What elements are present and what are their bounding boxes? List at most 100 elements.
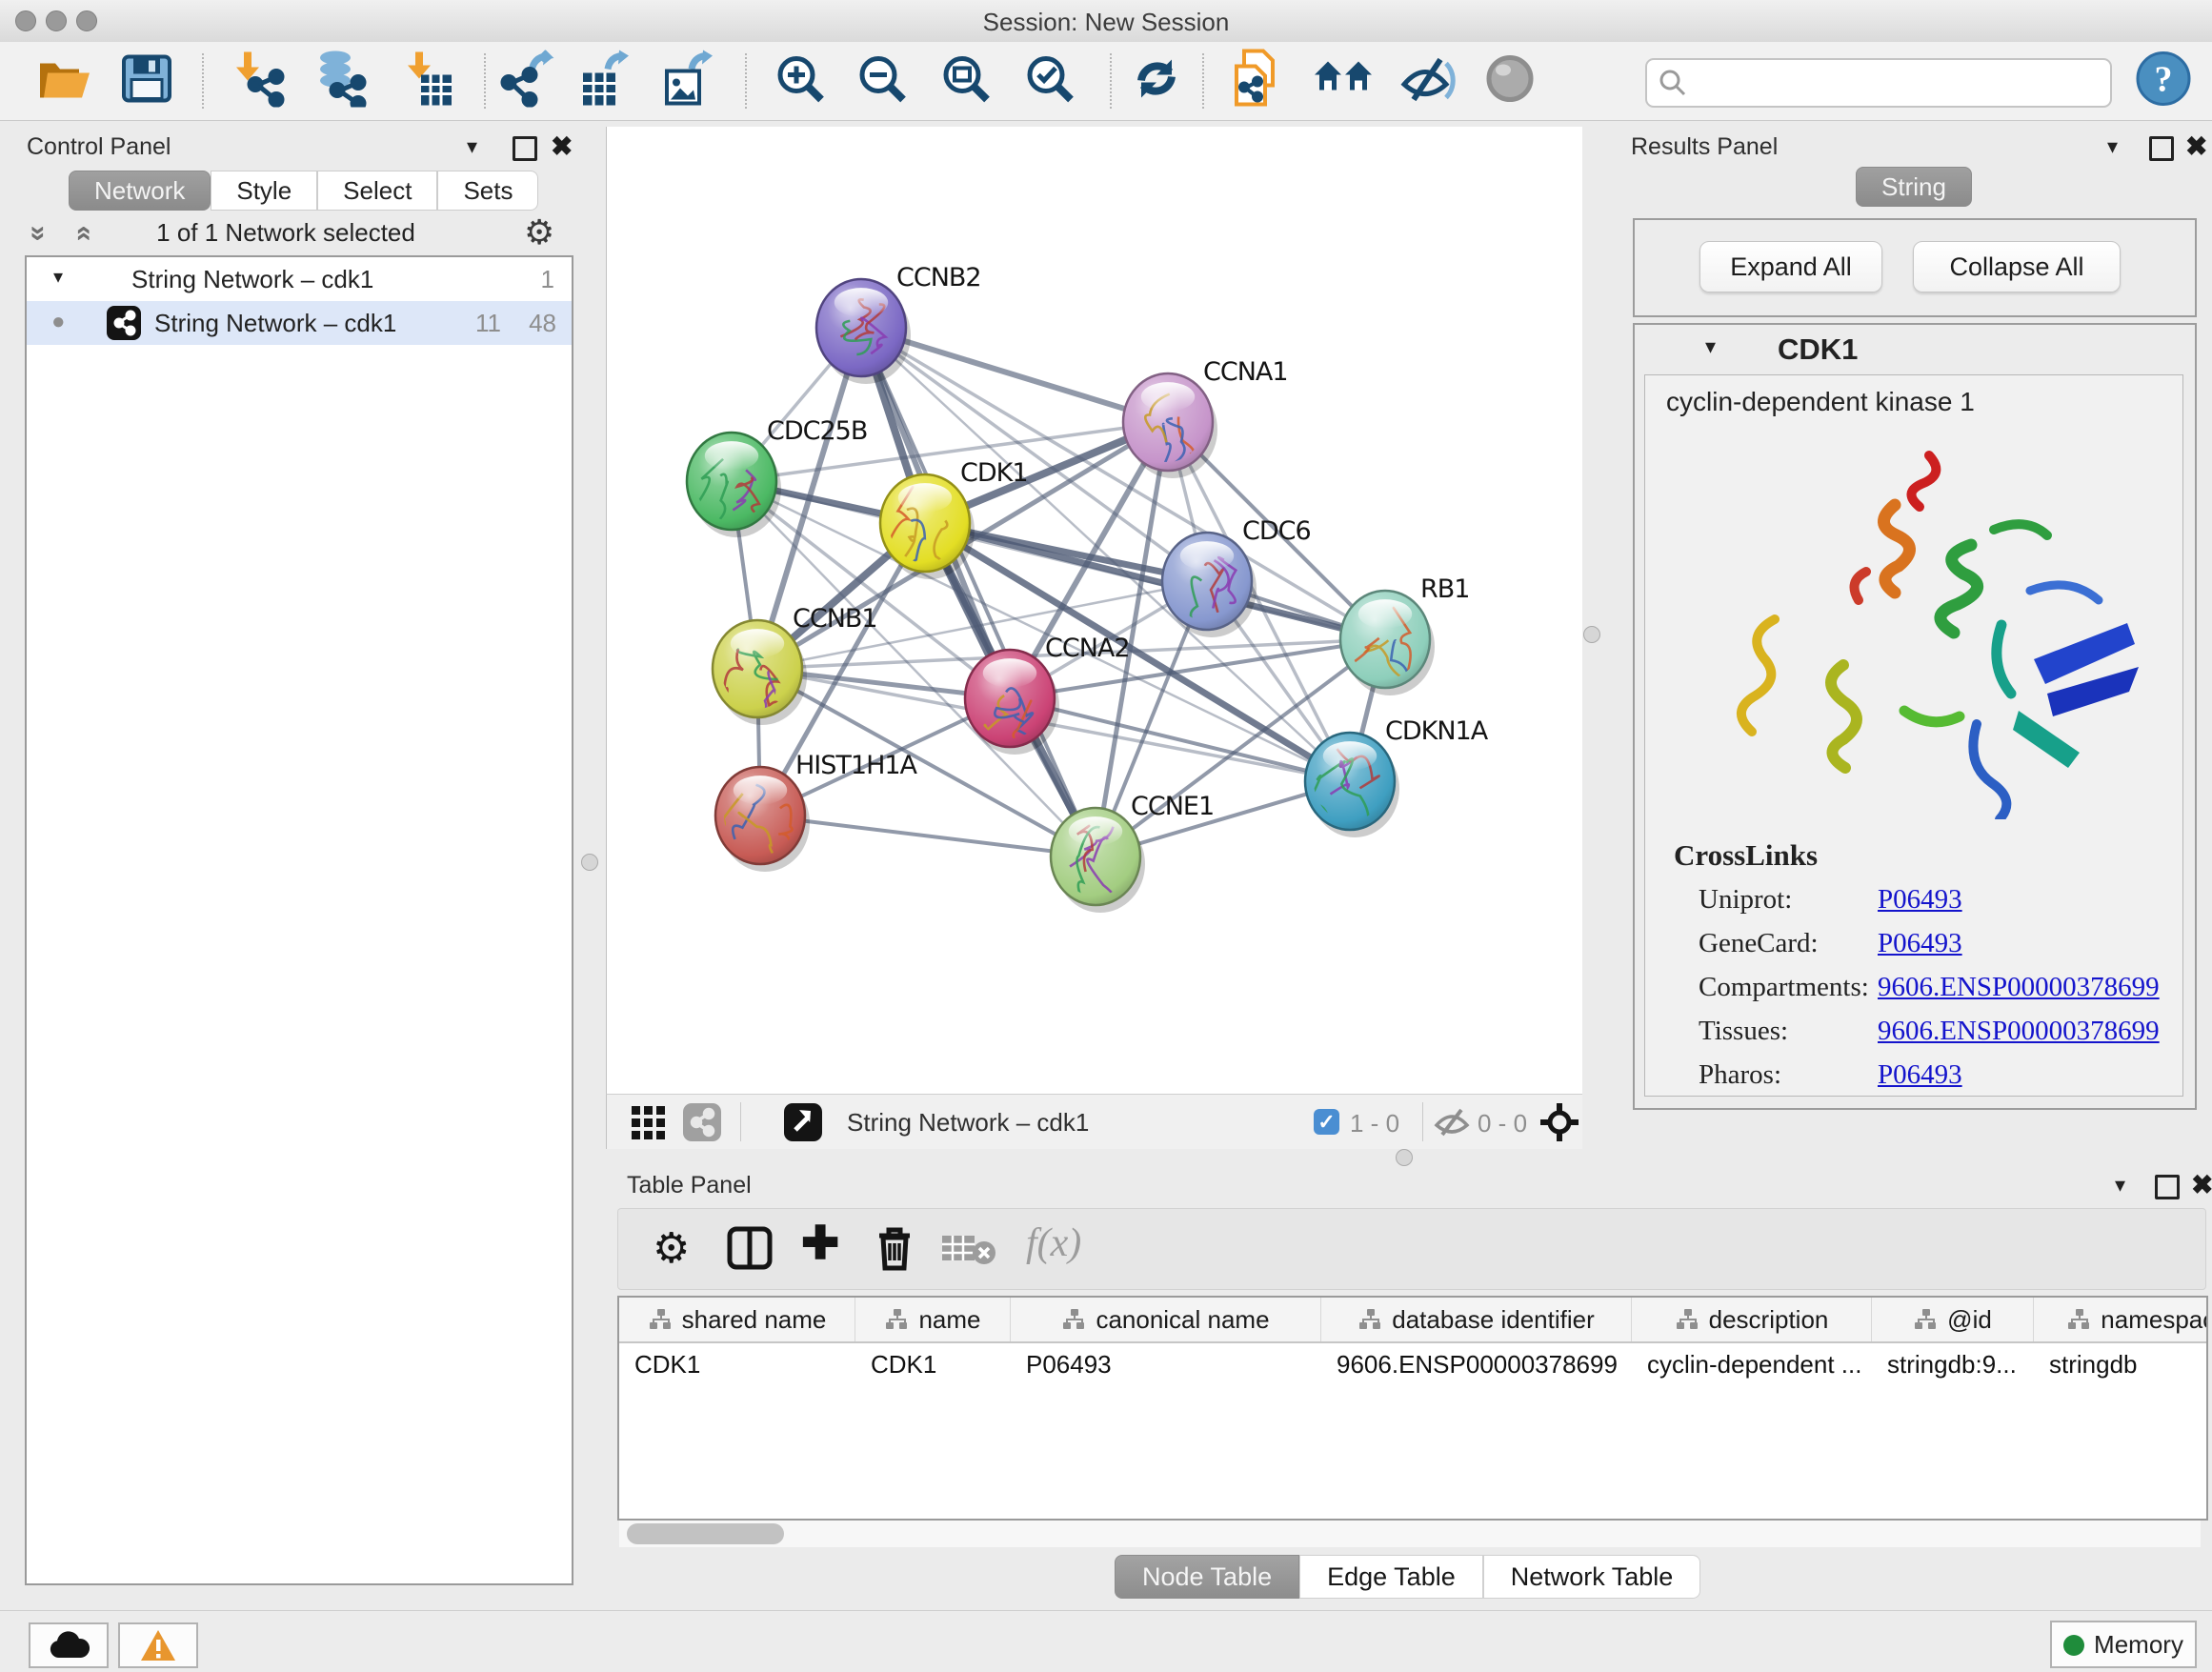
network-node-cdc6[interactable]: CDC6 [1162,516,1311,651]
tab-edge-table[interactable]: Edge Table [1299,1555,1483,1599]
tab-network-table[interactable]: Network Table [1483,1555,1701,1599]
scrollbar-thumb[interactable] [627,1523,784,1544]
zoom-fit-icon[interactable] [939,52,993,111]
share-view-icon[interactable] [683,1103,721,1141]
table-cell[interactable]: cyclin-dependent ... [1632,1343,1872,1385]
import-table-icon[interactable] [400,50,453,112]
gene-section-collapse-icon[interactable]: ▾ [1705,334,1716,359]
search-input[interactable] [1697,64,2101,100]
table-panel-collapse-icon[interactable]: ▾ [2115,1173,2125,1198]
selected-nodes-checkbox[interactable]: ✓ [1314,1109,1339,1135]
network-node-cdc25b[interactable]: CDC25B [687,416,867,537]
crosslink-label: GeneCard: [1699,928,1819,958]
column-header--id[interactable]: @id [1872,1298,2034,1341]
toolbar-separator [740,1102,741,1141]
network-tree-row[interactable]: ● String Network – cdk1 11 48 [27,301,572,345]
tree-expand-icon[interactable]: ▾ [53,265,63,289]
open-session-icon[interactable] [36,56,91,107]
table-cell[interactable]: 9606.ENSP00000378699 [1321,1343,1632,1385]
string-network-graph[interactable]: CCNB2CCNA1CDC25BCDK1CDC6RB1CCNB1CCNA2CDK… [607,127,1582,1094]
results-panel-close-icon[interactable]: ✖ [2185,131,2207,162]
export-network-icon[interactable] [499,50,556,112]
tab-style[interactable]: Style [211,171,317,211]
refresh-view-icon[interactable] [1130,52,1183,111]
fit-selected-crosshair-icon[interactable] [1538,1101,1580,1148]
create-column-plus-icon[interactable]: ✚ [801,1217,839,1270]
hide-selected-icon[interactable] [1398,52,1456,111]
delete-column-trash-icon[interactable] [874,1224,915,1277]
crosslink-compartments-link[interactable]: 9606.ENSP00000378699 [1878,972,2160,1003]
save-session-icon[interactable] [122,55,171,108]
network-node-rb1[interactable]: RB1 [1340,574,1469,702]
grid-view-icon[interactable] [632,1106,666,1145]
export-table-icon[interactable] [579,50,634,112]
warning-button[interactable] [118,1622,198,1668]
table-cell[interactable]: P06493 [1011,1343,1321,1385]
column-header-shared-name[interactable]: shared name [619,1298,855,1341]
zoom-out-icon[interactable] [855,52,909,111]
network-options-gear-icon[interactable]: ⚙ [524,212,554,252]
column-header-database-identifier[interactable]: database identifier [1321,1298,1632,1341]
window-title: Session: New Session [0,8,2212,37]
column-header-description[interactable]: description [1632,1298,1872,1341]
help-icon[interactable]: ? [2136,51,2191,111]
table-panel-close-icon[interactable]: ✖ [2191,1169,2212,1200]
table-horizontal-scrollbar[interactable] [619,1521,2201,1547]
edge-count: 48 [529,309,556,338]
column-header-canonical-name[interactable]: canonical name [1011,1298,1321,1341]
table-row[interactable]: CDK1CDK1P064939606.ENSP00000378699cyclin… [619,1343,2206,1385]
node-table: shared namenamecanonical namedatabase id… [617,1296,2208,1521]
zoom-selected-icon[interactable] [1023,52,1076,111]
crosslink-pharos-link[interactable]: P06493 [1878,1059,1962,1091]
network-tree-root-row[interactable]: ▾ String Network – cdk1 1 [27,257,572,301]
network-node-hist1h1a[interactable]: HIST1H1A [693,751,918,872]
zoom-in-icon[interactable] [774,52,827,111]
table-cell[interactable]: CDK1 [855,1343,1011,1385]
table-panel-title: Table Panel [627,1172,752,1199]
crosslink-genecard-link[interactable]: P06493 [1878,928,1962,959]
network-node-ccna1[interactable]: CCNA1 [1123,357,1288,480]
tab-select[interactable]: Select [317,171,437,211]
import-database-icon[interactable] [311,50,370,112]
tab-sets[interactable]: Sets [437,171,538,211]
crosslink-tissues-link[interactable]: 9606.ENSP00000378699 [1878,1016,2160,1047]
hidden-eye-icon[interactable] [1434,1106,1470,1143]
show-columns-icon[interactable] [727,1226,773,1275]
memory-button[interactable]: Memory [2050,1621,2197,1668]
collapse-all-button[interactable]: Collapse All [1913,241,2121,292]
control-panel-float-icon[interactable] [513,136,537,161]
gray-eye-icon[interactable] [1484,53,1536,110]
crosslink-uniprot-link[interactable]: P06493 [1878,884,1962,916]
network-canvas[interactable]: CCNB2CCNA1CDC25BCDK1CDC6RB1CCNB1CCNA2CDK… [606,127,1582,1094]
column-attr-icon [1675,1308,1699,1331]
table-cell[interactable]: stringdb [2034,1343,2208,1385]
import-network-icon[interactable] [231,50,288,112]
copy-network-icon[interactable] [1231,50,1284,113]
table-panel-float-icon[interactable] [2155,1175,2180,1199]
birds-eye-view-icon[interactable] [784,1103,822,1141]
table-cell[interactable]: CDK1 [619,1343,855,1385]
network-node-cdkn1a[interactable]: CDKN1A [1305,716,1489,837]
network-edge[interactable] [760,816,1096,856]
homes-icon[interactable] [1313,54,1374,109]
export-image-icon[interactable] [661,50,716,112]
right-splitter-handle[interactable] [1583,626,1600,643]
expand-all-button[interactable]: Expand All [1699,241,1882,292]
network-node-ccnb2[interactable]: CCNB2 [816,263,981,384]
results-panel-title: Results Panel [1631,133,1778,161]
table-settings-gear-icon[interactable]: ⚙ [653,1224,690,1273]
tab-node-table[interactable]: Node Table [1115,1555,1299,1599]
left-splitter-handle[interactable] [581,854,598,871]
column-header-name[interactable]: name [855,1298,1011,1341]
table-tabs: Node TableEdge TableNetwork Table [1115,1555,1700,1599]
tab-string[interactable]: String [1856,167,1972,207]
network-collection-label: String Network – cdk1 [131,265,373,294]
results-panel-float-icon[interactable] [2149,136,2174,161]
cloud-button[interactable] [29,1622,109,1668]
control-panel-close-icon[interactable]: ✖ [551,131,573,162]
control-panel-collapse-icon[interactable]: ▾ [467,134,477,159]
tab-network[interactable]: Network [69,171,211,211]
column-header-namespace[interactable]: namespace [2034,1298,2208,1341]
results-panel-collapse-icon[interactable]: ▾ [2107,134,2118,159]
table-cell[interactable]: stringdb:9... [1872,1343,2034,1385]
